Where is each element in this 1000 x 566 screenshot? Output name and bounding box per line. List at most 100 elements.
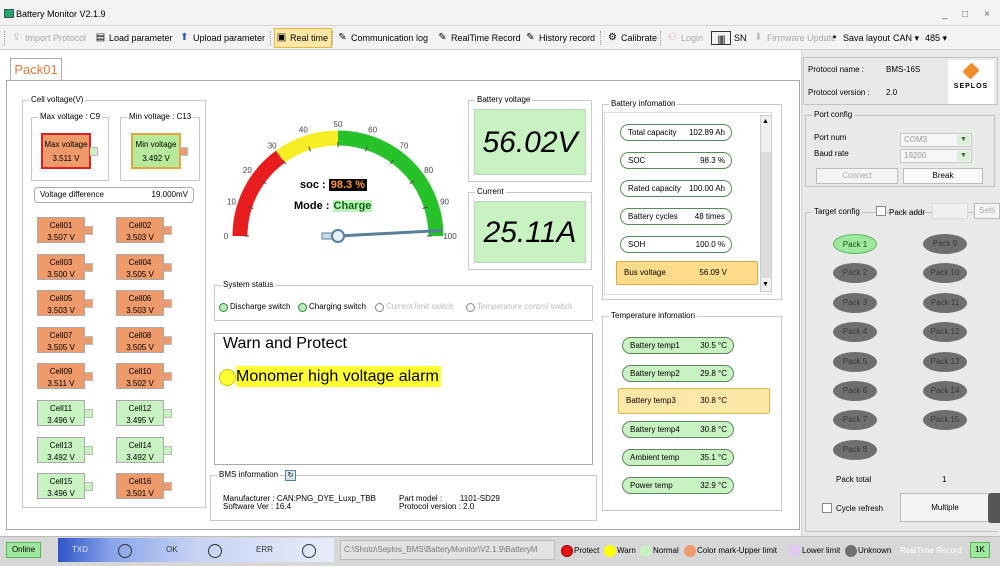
cell-terminal (85, 335, 93, 345)
legend-lower-limit: Lower limit (789, 545, 840, 557)
cell-name: Cell13 (49, 440, 73, 450)
multiple-button[interactable]: Multiple (900, 493, 990, 522)
firmware-update-button[interactable]: ⬇ Firmware Update (752, 29, 836, 47)
cycle-refresh-label: Cycle refresh (836, 504, 884, 513)
pack-button-pack14[interactable]: Pack 14 (923, 381, 967, 401)
record-icon: ✎ (438, 32, 447, 43)
settings-button[interactable]: Setti (974, 203, 1000, 219)
toolbar-separator (332, 31, 333, 45)
scroll-down-icon[interactable]: ▼ (762, 281, 769, 288)
cell-04: Cell04 3.505 V (116, 253, 172, 280)
cell-09: Cell09 3.511 V (37, 363, 93, 390)
save-icon: ▪ (832, 32, 837, 43)
soc-readout: soc : 98.3 % (300, 179, 367, 191)
cell-name: Cell02 (128, 221, 152, 230)
target-config-group: Target config (805, 207, 998, 532)
chevron-down-icon: ▾ (942, 33, 948, 43)
close-button[interactable]: × (984, 9, 990, 20)
cell-name: Cell15 (49, 477, 73, 487)
cell-terminal (164, 372, 172, 382)
legend-unknown: Unknown (845, 545, 891, 557)
baud-rate-label: Baud rate (814, 149, 849, 158)
communication-log-button[interactable]: ✎ Communication log (336, 29, 428, 47)
pack-button-pack6[interactable]: Pack 6 (833, 381, 877, 401)
pack-button-pack3[interactable]: Pack 3 (833, 292, 877, 313)
port-num-select[interactable]: COM3 ▼ (900, 133, 972, 147)
save-layout-button[interactable]: ▪ Sava layout (828, 29, 890, 47)
info-value: 48 times (694, 212, 725, 221)
break-button[interactable]: Break (903, 168, 983, 184)
temp-value: 32.9 °C (700, 481, 727, 490)
cycle-refresh-checkbox[interactable] (822, 503, 832, 513)
window-title: Battery Monitor V2.1.9 (16, 9, 106, 19)
cell-value: 3.503 V (47, 306, 75, 316)
realtime-button[interactable]: ▣ Real time (274, 28, 333, 48)
legend-swatch-icon (789, 545, 801, 557)
current-group: Current 25.11A (468, 187, 592, 270)
toolbar-separator (270, 31, 271, 45)
legend-swatch-icon (561, 545, 573, 557)
legend-swatch-icon (604, 545, 616, 557)
log-path-field[interactable]: C:\Shoto\Seplos_BMS\BatteryMonitor\V2.1.… (340, 540, 555, 560)
sn-button[interactable]: ||||| SN (710, 29, 747, 47)
cell-terminal (164, 409, 172, 418)
ok-led-icon (208, 544, 222, 558)
seplos-logo: SEPLOS (948, 60, 994, 104)
legend-swatch-icon (684, 545, 696, 557)
pack-button-pack8[interactable]: Pack 8 (833, 439, 877, 460)
calibrate-button[interactable]: ⚙ Calibrate (606, 29, 657, 47)
refresh-icon[interactable]: ↻ (285, 470, 296, 481)
log-icon: ✎ (338, 32, 347, 43)
discharge-switch-indicator: Discharge switch (219, 302, 290, 312)
scroll-thumb[interactable] (761, 152, 771, 278)
login-button[interactable]: ⚇ Login (666, 29, 703, 47)
pack-button-pack1[interactable]: Pack 1 (833, 234, 877, 254)
pack-addr-checkbox[interactable] (876, 206, 886, 216)
side-handle[interactable] (988, 493, 1000, 523)
chevron-down-icon: ▼ (957, 135, 970, 145)
pack-addr-input[interactable] (932, 203, 968, 219)
gauge-tick-label: 100 (443, 232, 457, 241)
info-value: 102.89 Ah (688, 128, 725, 137)
tab-pack01[interactable]: Pack01 (10, 58, 62, 80)
pack-button-pack5[interactable]: Pack 5 (833, 351, 877, 372)
temp-info-battery-temp4: Battery temp4 30.8 °C (622, 421, 734, 438)
upload-parameter-button[interactable]: ⬆ Upload parameter (178, 29, 265, 47)
import-protocol-button[interactable]: ⇪ Import Protocol (10, 29, 86, 47)
mode-readout: Mode : Charge (294, 200, 373, 212)
load-parameter-button[interactable]: ▤ Load parameter (94, 29, 173, 47)
toolbar-separator (600, 31, 601, 45)
gauge-tick-label: 10 (227, 197, 236, 206)
cell-16: Cell16 3.501 V (116, 473, 172, 500)
minimize-button[interactable]: _ (942, 9, 948, 20)
485-dropdown[interactable]: 485 ▾ (922, 29, 947, 47)
battery-info-scrollbar[interactable]: ▲ ▼ (760, 115, 772, 292)
pack-button-pack13[interactable]: Pack 13 (923, 351, 967, 372)
cell-15: Cell15 3.496 V (37, 473, 93, 500)
baud-rate-select[interactable]: 19200 ▼ (900, 149, 972, 163)
legend-swatch-icon (845, 545, 857, 557)
pack-addr-label: Pack addr (889, 208, 926, 217)
history-record-button[interactable]: ✎ History record (524, 29, 595, 47)
gauge-tick-label: 20 (243, 166, 252, 175)
legend-normal: Normal (640, 545, 679, 557)
temp-key: Ambient temp (630, 453, 680, 462)
cell-06: Cell06 3.503 V (116, 290, 172, 317)
gauge-tick-label: 80 (424, 166, 433, 175)
cell-terminal (85, 445, 93, 455)
connect-button[interactable]: Connect (816, 168, 898, 184)
cell-value: 3.507 V (47, 233, 75, 242)
pack-button-pack11[interactable]: Pack 11 (923, 292, 967, 313)
realtime-record-button[interactable]: ✎ RealTime Record (436, 29, 520, 47)
temp-value: 35.1 °C (700, 453, 727, 462)
gauge-tick-label: 90 (440, 197, 449, 206)
can-dropdown[interactable]: CAN ▾ (890, 29, 919, 47)
battery-info-battery-cycles: Battery cycles 48 times (620, 208, 732, 225)
pack-button-pack9[interactable]: Pack 9 (923, 234, 967, 254)
cell-value: 3.502 V (126, 379, 154, 389)
maximize-button[interactable]: □ (962, 9, 968, 20)
cell-name: Cell01 (49, 221, 73, 230)
cell-08: Cell08 3.505 V (116, 326, 172, 353)
scroll-up-icon[interactable]: ▲ (762, 118, 769, 125)
cell-value: 3.492 V (47, 452, 75, 462)
